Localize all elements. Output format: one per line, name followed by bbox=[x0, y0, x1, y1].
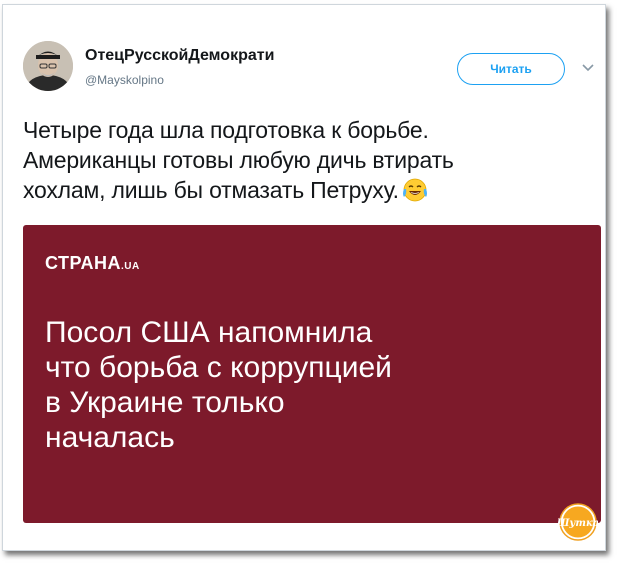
tweet-text: Четыре года шла подготовка к борьбе. Аме… bbox=[23, 115, 593, 205]
headline-line: Посол США напомнила bbox=[45, 316, 373, 349]
author-name[interactable]: ОтецРусскойДемократи bbox=[85, 47, 274, 65]
watermark-text: Шутка bbox=[558, 518, 598, 529]
media-card[interactable]: СТРАНА.UA Посол США напомнила что борьба… bbox=[23, 225, 601, 523]
headline-line: началась bbox=[45, 421, 175, 454]
tweet-text-line-content: хохлам, лишь бы отмазать Петруху. bbox=[23, 177, 399, 203]
headline-line: в Украине только bbox=[45, 386, 285, 419]
tweet-text-line: Американцы готовы любую дичь втирать bbox=[23, 147, 454, 173]
avatar[interactable] bbox=[23, 41, 73, 91]
media-headline: Посол США напомнила что борьба с коррупц… bbox=[45, 315, 565, 455]
author-handle[interactable]: @Mayskolpino bbox=[85, 73, 164, 87]
headline-line: что борьба с коррупцией bbox=[45, 351, 392, 384]
source-logo: СТРАНА.UA bbox=[45, 253, 140, 274]
source-suffix: .UA bbox=[120, 261, 140, 272]
follow-button[interactable]: Читать bbox=[457, 53, 565, 85]
avatar-image bbox=[23, 41, 73, 91]
tweet-text-line: Четыре года шла подготовка к борьбе. bbox=[23, 117, 429, 143]
tweet-card: ОтецРусскойДемократи @Mayskolpino Читать… bbox=[2, 4, 606, 551]
face-with-tears-of-joy-icon bbox=[402, 178, 427, 202]
tweet-text-line: хохлам, лишь бы отмазать Петруху. bbox=[23, 175, 593, 205]
watermark-logo: Шутка bbox=[558, 503, 598, 541]
source-name: СТРАНА bbox=[45, 253, 121, 273]
chevron-down-icon[interactable] bbox=[582, 63, 594, 73]
